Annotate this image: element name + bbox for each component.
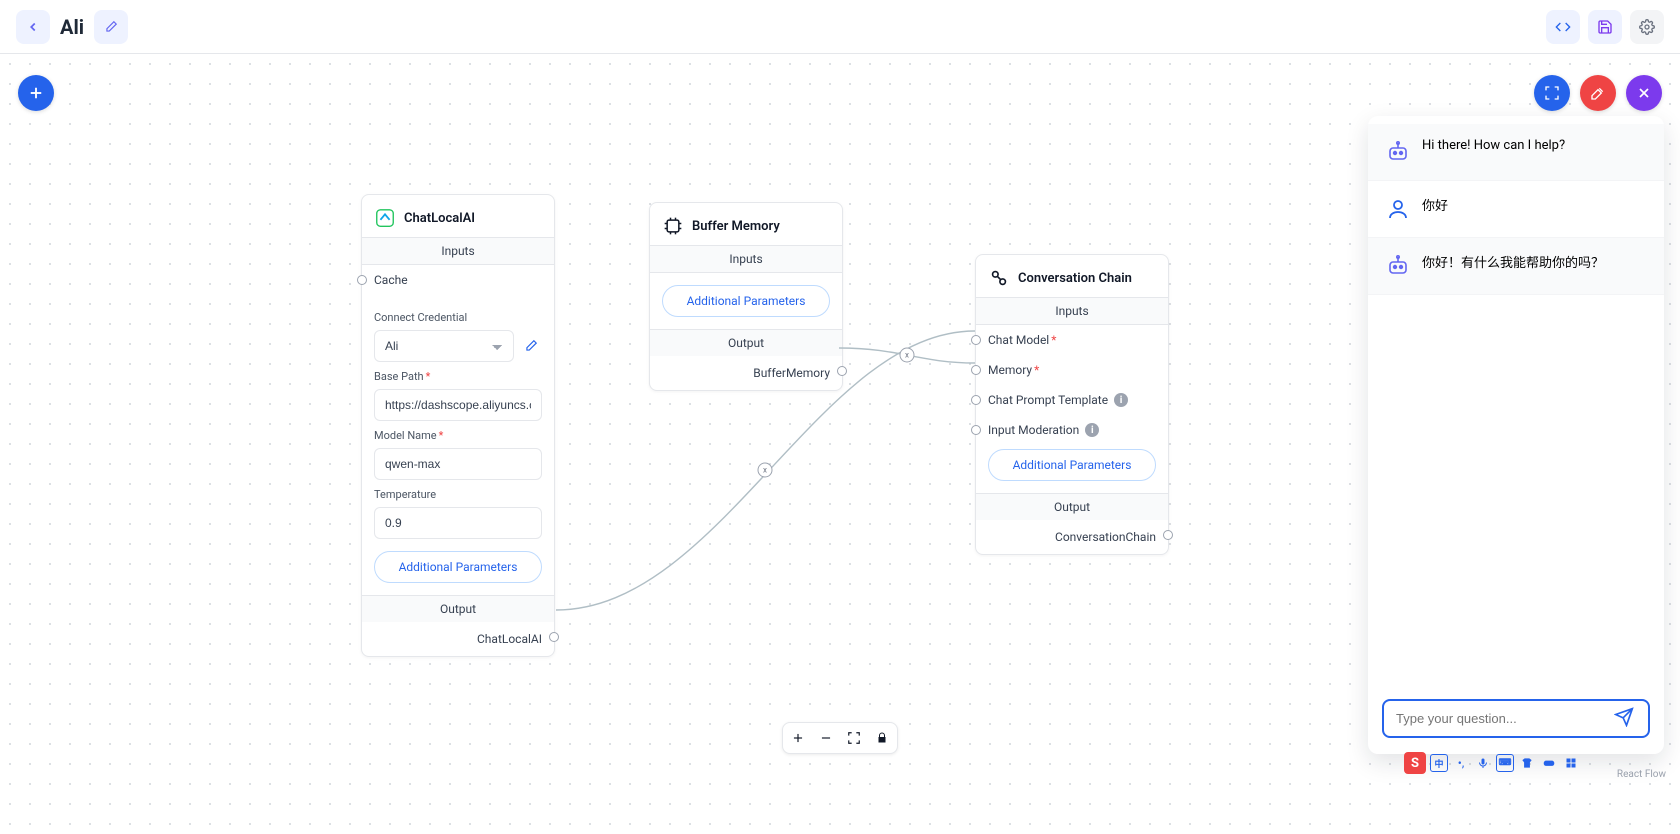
inputs-section: Inputs (650, 246, 842, 273)
node-header: Conversation Chain (976, 255, 1168, 298)
send-button[interactable] (1608, 703, 1640, 735)
ime-mic-icon[interactable] (1474, 754, 1492, 772)
ime-skin-icon[interactable] (1518, 754, 1536, 772)
node-conversation-chain[interactable]: Conversation Chain Inputs Chat Model* Me… (975, 254, 1169, 555)
port-cache[interactable]: Cache (362, 265, 554, 295)
chatlocalai-icon (374, 207, 396, 229)
output-name: BufferMemory (753, 366, 830, 380)
edit-title-button[interactable] (94, 10, 128, 44)
chat-input (1382, 699, 1650, 738)
ime-game-icon[interactable] (1540, 754, 1558, 772)
save-button[interactable] (1588, 10, 1622, 44)
bot-icon (1384, 138, 1412, 166)
chat-message-bot: 你好！有什么我能帮助你的吗？ (1368, 238, 1664, 295)
additional-params-button[interactable]: Additional Parameters (374, 551, 542, 583)
ime-logo-icon[interactable]: S (1404, 752, 1426, 774)
chat-messages[interactable]: Hi there! How can I help? 你好 你好！有什么我能帮助你… (1368, 116, 1664, 687)
output-section: Output (976, 493, 1168, 520)
additional-params-button[interactable]: Additional Parameters (662, 285, 830, 317)
canvas-action-buttons (1534, 75, 1662, 111)
credential-select[interactable]: Ali (374, 330, 514, 362)
output-name: ConversationChain (1055, 530, 1156, 544)
zoom-in-button[interactable] (787, 727, 809, 749)
node-header: ChatLocalAI (362, 195, 554, 238)
port-chat-model[interactable]: Chat Model* (976, 325, 1168, 355)
chain-icon (988, 267, 1010, 289)
svg-text:x: x (763, 466, 767, 475)
port-chat-prompt-template[interactable]: Chat Prompt Template i (976, 385, 1168, 415)
flow-controls (782, 722, 898, 754)
bot-icon (1384, 252, 1412, 280)
clear-chat-button[interactable] (1580, 75, 1616, 111)
info-icon[interactable]: i (1085, 423, 1099, 437)
output-section: Output (362, 595, 554, 622)
message-text: Hi there! How can I help? (1422, 138, 1565, 166)
output-buffermemory[interactable]: BufferMemory (650, 356, 842, 390)
node-title: Buffer Memory (692, 219, 780, 234)
output-chatlocalai[interactable]: ChatLocalAI (362, 622, 554, 656)
ime-lang-button[interactable]: 中 (1430, 754, 1448, 772)
edit-credential-button[interactable] (520, 335, 542, 357)
base-path-label: Base Path* (374, 370, 542, 383)
user-icon (1384, 195, 1412, 223)
svg-text:x: x (905, 351, 909, 360)
inputs-section: Inputs (362, 238, 554, 265)
port-input-moderation[interactable]: Input Moderation i (976, 415, 1168, 445)
node-buffer-memory[interactable]: Buffer Memory Inputs Additional Paramete… (649, 202, 843, 391)
memory-icon (662, 215, 684, 237)
expand-chat-button[interactable] (1534, 75, 1570, 111)
ime-punct-icon[interactable]: •, (1452, 754, 1470, 772)
base-path-input[interactable] (374, 389, 542, 421)
node-chatlocalai[interactable]: ChatLocalAI Inputs Cache Connect Credent… (361, 194, 555, 657)
connect-credential-label: Connect Credential (374, 311, 542, 324)
chat-message-user: 你好 (1368, 181, 1664, 238)
message-text: 你好 (1422, 195, 1448, 223)
temperature-input[interactable] (374, 507, 542, 539)
chat-message-bot: Hi there! How can I help? (1368, 124, 1664, 181)
page-title: Ali (60, 15, 84, 39)
node-title: Conversation Chain (1018, 271, 1132, 286)
output-conversationchain[interactable]: ConversationChain (976, 520, 1168, 554)
output-name: ChatLocalAI (477, 632, 542, 646)
additional-params-button[interactable]: Additional Parameters (988, 449, 1156, 481)
output-section: Output (650, 329, 842, 356)
inputs-section: Inputs (976, 298, 1168, 325)
chat-panel: Hi there! How can I help? 你好 你好！有什么我能帮助你… (1368, 116, 1664, 754)
chat-text-input[interactable] (1392, 701, 1608, 736)
close-chat-button[interactable] (1626, 75, 1662, 111)
info-icon[interactable]: i (1114, 393, 1128, 407)
node-header: Buffer Memory (650, 203, 842, 246)
attribution: React Flow (1617, 769, 1666, 780)
node-title: ChatLocalAI (404, 211, 475, 226)
fit-view-button[interactable] (843, 727, 865, 749)
ime-keyboard-icon[interactable]: ⌨ (1496, 754, 1514, 772)
model-name-input[interactable] (374, 448, 542, 480)
model-name-label: Model Name* (374, 429, 542, 442)
lock-button[interactable] (871, 727, 893, 749)
ime-toolbar[interactable]: S 中 •, ⌨ (1404, 752, 1580, 774)
settings-button[interactable] (1630, 10, 1664, 44)
ime-apps-icon[interactable] (1562, 754, 1580, 772)
message-text: 你好！有什么我能帮助你的吗？ (1422, 252, 1604, 280)
port-memory[interactable]: Memory* (976, 355, 1168, 385)
top-bar: Ali (0, 0, 1680, 54)
zoom-out-button[interactable] (815, 727, 837, 749)
cache-label: Cache (374, 273, 408, 287)
temperature-label: Temperature (374, 488, 542, 501)
back-button[interactable] (16, 10, 50, 44)
add-node-button[interactable] (18, 75, 54, 111)
code-button[interactable] (1546, 10, 1580, 44)
